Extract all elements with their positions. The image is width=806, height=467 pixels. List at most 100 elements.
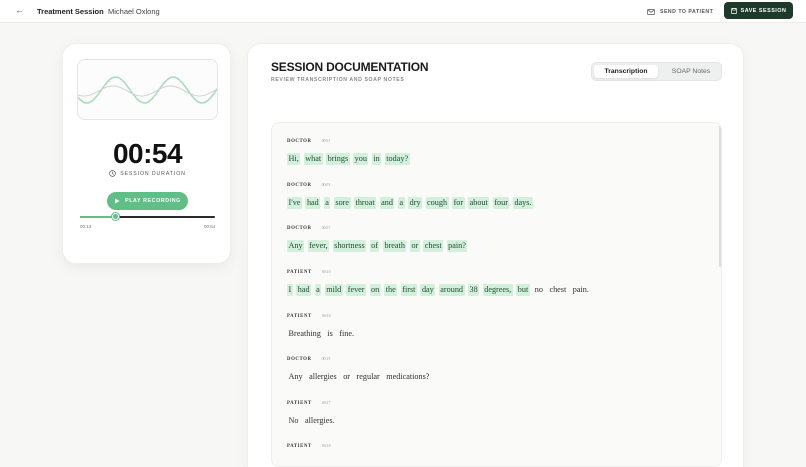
transcript-word[interactable]: sore <box>333 197 351 209</box>
speaker-line: DOCTOR 00:03 <box>287 181 707 189</box>
timestamp: 00:01 <box>321 139 331 143</box>
speaker-label: PATIENT <box>287 443 312 449</box>
playback-progress <box>80 216 116 218</box>
speaker-line: PATIENT 00:10 <box>287 268 707 276</box>
transcript-word[interactable]: but <box>516 284 530 296</box>
transcript-word[interactable]: days. <box>512 197 534 209</box>
transcript-word[interactable]: day <box>420 284 436 296</box>
playback-handle[interactable] <box>111 213 119 220</box>
utterance: I've had a sore throat and a dry cough for about fo… <box>287 197 707 209</box>
transcript-word[interactable]: four <box>492 197 510 209</box>
transcript-word[interactable]: about <box>468 197 490 209</box>
transcript-word[interactable]: fever, <box>307 240 330 252</box>
mail-icon <box>647 8 655 15</box>
transcript-word[interactable]: shortness <box>332 240 367 252</box>
transcript-word[interactable]: of <box>369 240 380 252</box>
transcript-word[interactable]: today? <box>384 153 410 165</box>
transcript-word[interactable]: had <box>296 284 312 296</box>
transcript-entry: DOCTOR 00:01 Hi, what brings you in today? <box>287 137 707 165</box>
utterance: Hi, what brings you in today? <box>287 153 707 165</box>
transcript-word[interactable]: 38 <box>468 284 480 296</box>
transcript-word[interactable]: had <box>305 197 321 209</box>
timestamp: 00:15 <box>321 357 331 361</box>
play-recording-label: PLAY RECORDING <box>125 198 181 204</box>
speaker-line: PATIENT 00:14 <box>287 312 707 320</box>
transcript-scrollbar[interactable] <box>719 125 721 267</box>
speaker-label: PATIENT <box>287 313 312 319</box>
transcript-word[interactable]: mild <box>324 284 343 296</box>
transcript-word[interactable]: is <box>326 328 334 340</box>
transcript-word[interactable]: first <box>400 284 417 296</box>
transcript-word[interactable]: brings <box>326 153 350 165</box>
timestamp: 00:17 <box>321 401 331 405</box>
transcript-word[interactable]: in <box>371 153 382 165</box>
top-bar: ← Treatment Session Michael Oxlong SEND … <box>0 0 806 23</box>
transcript-word[interactable]: a <box>397 197 405 209</box>
documentation-subtitle: REVIEW TRANSCRIPTION AND SOAP NOTES <box>271 77 405 83</box>
transcript-word[interactable]: throat <box>354 197 377 209</box>
save-session-button[interactable]: SAVE SESSION <box>724 2 793 19</box>
transcript-word[interactable]: or <box>342 371 352 383</box>
documentation-title: SESSION DOCUMENTATION <box>271 60 429 74</box>
transcript-word[interactable]: a <box>314 284 322 296</box>
back-arrow-icon[interactable]: ← <box>15 5 24 15</box>
transcript-word[interactable]: a <box>323 197 331 209</box>
transcript-word[interactable]: allergies <box>308 371 339 383</box>
play-recording-button[interactable]: PLAY RECORDING <box>107 192 188 210</box>
send-to-patient-button[interactable]: SEND TO PATIENT <box>647 5 713 18</box>
speaker-line: DOCTOR 00:01 <box>287 137 707 145</box>
transcript-word[interactable]: dry <box>408 197 423 209</box>
playback-slider[interactable] <box>80 213 215 220</box>
transcript-word[interactable]: fine. <box>338 328 356 340</box>
utterance: Ihad a mild fever on the first day around 38 degre… <box>287 284 707 296</box>
timestamp: 00:07 <box>321 226 331 230</box>
transcript-word[interactable]: for <box>452 197 465 209</box>
tab-soap-notes[interactable]: SOAP Notes <box>661 65 721 78</box>
transcript-word[interactable]: degrees, <box>482 284 513 296</box>
transcript-list[interactable]: DOCTOR 00:01 Hi, what brings you in today? DOCTO… <box>271 122 722 467</box>
transcript-word[interactable]: regular <box>355 371 381 383</box>
transcript-word[interactable]: fever <box>346 284 367 296</box>
save-icon <box>730 7 737 14</box>
transcript-word[interactable]: Hi, <box>287 153 301 165</box>
transcript-word[interactable]: or <box>409 240 420 252</box>
transcript-word[interactable]: you <box>353 153 369 165</box>
transcript-word[interactable]: cough <box>425 197 449 209</box>
transcript-word[interactable]: I've <box>287 197 302 209</box>
tab-transcription[interactable]: Transcription <box>594 65 658 78</box>
transcript-word[interactable]: Any <box>287 240 305 252</box>
transcript-word[interactable]: on <box>369 284 381 296</box>
transcript-word[interactable]: allergies. <box>304 415 337 427</box>
utterance: Breathing is fine. <box>287 328 707 340</box>
transcript-word[interactable]: pain. <box>571 284 590 296</box>
transcript-word[interactable]: pain? <box>446 240 468 252</box>
speaker-label: PATIENT <box>287 269 312 275</box>
transcript-word[interactable]: around <box>438 284 465 296</box>
timestamp: 00:18 <box>321 444 331 448</box>
elapsed-time: 00:13 <box>80 224 92 229</box>
speaker-label: DOCTOR <box>287 138 312 144</box>
waveform <box>77 59 218 120</box>
transcript-word[interactable]: Any <box>287 371 304 383</box>
transcript-word[interactable]: No <box>287 415 300 427</box>
utterance: No allergies. <box>287 415 707 427</box>
transcript-word[interactable]: Breathing <box>287 328 322 340</box>
transcript-word[interactable]: medications? <box>385 371 431 383</box>
timestamp: 00:14 <box>321 314 331 318</box>
clock-icon <box>109 170 116 177</box>
transcript-word[interactable]: no <box>533 284 544 296</box>
session-title: Treatment Session <box>37 7 104 16</box>
speaker-line: DOCTOR 00:07 <box>287 224 707 232</box>
play-icon <box>115 198 120 204</box>
transcript-word[interactable]: breath <box>382 240 407 252</box>
transcript-word[interactable]: chest <box>548 284 568 296</box>
send-to-patient-label: SEND TO PATIENT <box>660 8 714 15</box>
transcript-word[interactable]: I <box>287 284 293 296</box>
transcript-word[interactable]: chest <box>423 240 444 252</box>
session-timer: 00:54 <box>112 138 183 169</box>
transcript-word[interactable]: the <box>384 284 398 296</box>
speaker-line: PATIENT 00:18 <box>287 442 707 450</box>
transcript-word[interactable]: what <box>303 153 323 165</box>
total-time: 00:54 <box>204 224 216 229</box>
transcript-word[interactable]: and <box>379 197 395 209</box>
